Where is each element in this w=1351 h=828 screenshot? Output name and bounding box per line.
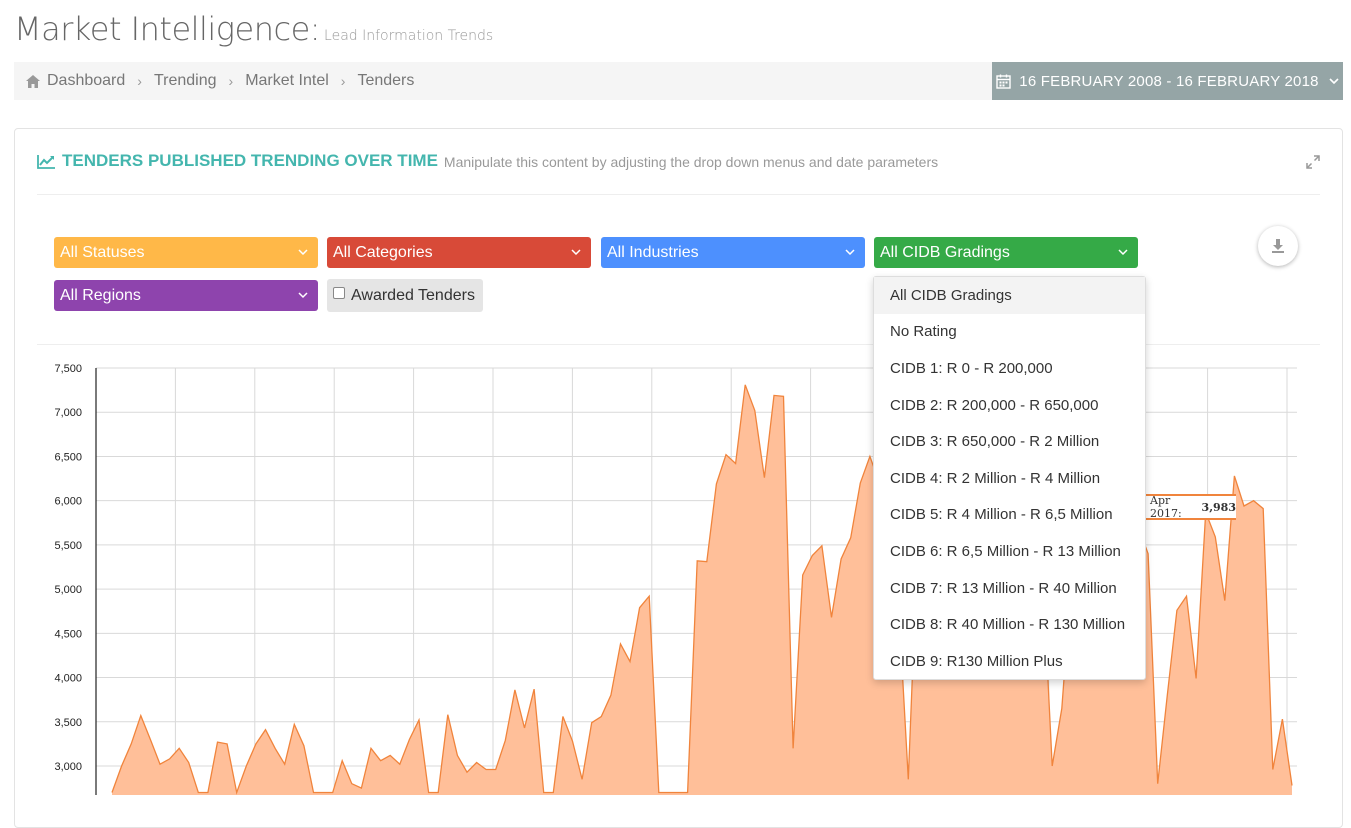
- tooltip-value: 3,983: [1201, 500, 1236, 514]
- y-tick-label: 3,000: [54, 761, 82, 773]
- chart-download-button[interactable]: [1258, 226, 1298, 266]
- y-tick-label: 6,500: [54, 451, 82, 463]
- cidb-option[interactable]: CIDB 8: R 40 Million - R 130 Million: [874, 606, 1145, 643]
- y-tick-label: 7,500: [54, 363, 82, 375]
- y-tick-label: 7,000: [54, 407, 82, 419]
- y-tick-label: 5,500: [54, 540, 82, 552]
- cidb-dropdown-menu: All CIDB Gradings No Rating CIDB 1: R 0 - …: [873, 276, 1146, 680]
- y-tick-label: 4,500: [54, 628, 82, 640]
- y-tick-label: 3,500: [54, 717, 82, 729]
- cidb-option[interactable]: CIDB 6: R 6,5 Million - R 13 Million: [874, 533, 1145, 570]
- cidb-option[interactable]: CIDB 1: R 0 - R 200,000: [874, 350, 1145, 387]
- download-icon: [1272, 239, 1284, 253]
- cidb-option[interactable]: CIDB 7: R 13 Million - R 40 Million: [874, 570, 1145, 607]
- cidb-option[interactable]: All CIDB Gradings: [874, 277, 1145, 314]
- cidb-option[interactable]: CIDB 9: R130 Million Plus: [874, 643, 1145, 680]
- chart-tooltip: Apr 2017: 3,983: [1142, 494, 1236, 520]
- tenders-area-chart: 7,500 7,000 6,500 6,000 5,500 5,000 4,500 4,000…: [54, 363, 1297, 795]
- cidb-option[interactable]: CIDB 4: R 2 Million - R 4 Million: [874, 460, 1145, 497]
- cidb-option[interactable]: CIDB 3: R 650,000 - R 2 Million: [874, 423, 1145, 460]
- tooltip-label: Apr 2017:: [1150, 494, 1182, 520]
- cidb-option[interactable]: No Rating: [874, 314, 1145, 351]
- y-tick-label: 5,000: [54, 584, 82, 596]
- cidb-option[interactable]: CIDB 2: R 200,000 - R 650,000: [874, 387, 1145, 424]
- y-tick-label: 4,000: [54, 673, 82, 685]
- y-tick-label: 6,000: [54, 496, 82, 508]
- cidb-option[interactable]: CIDB 5: R 4 Million - R 6,5 Million: [874, 497, 1145, 534]
